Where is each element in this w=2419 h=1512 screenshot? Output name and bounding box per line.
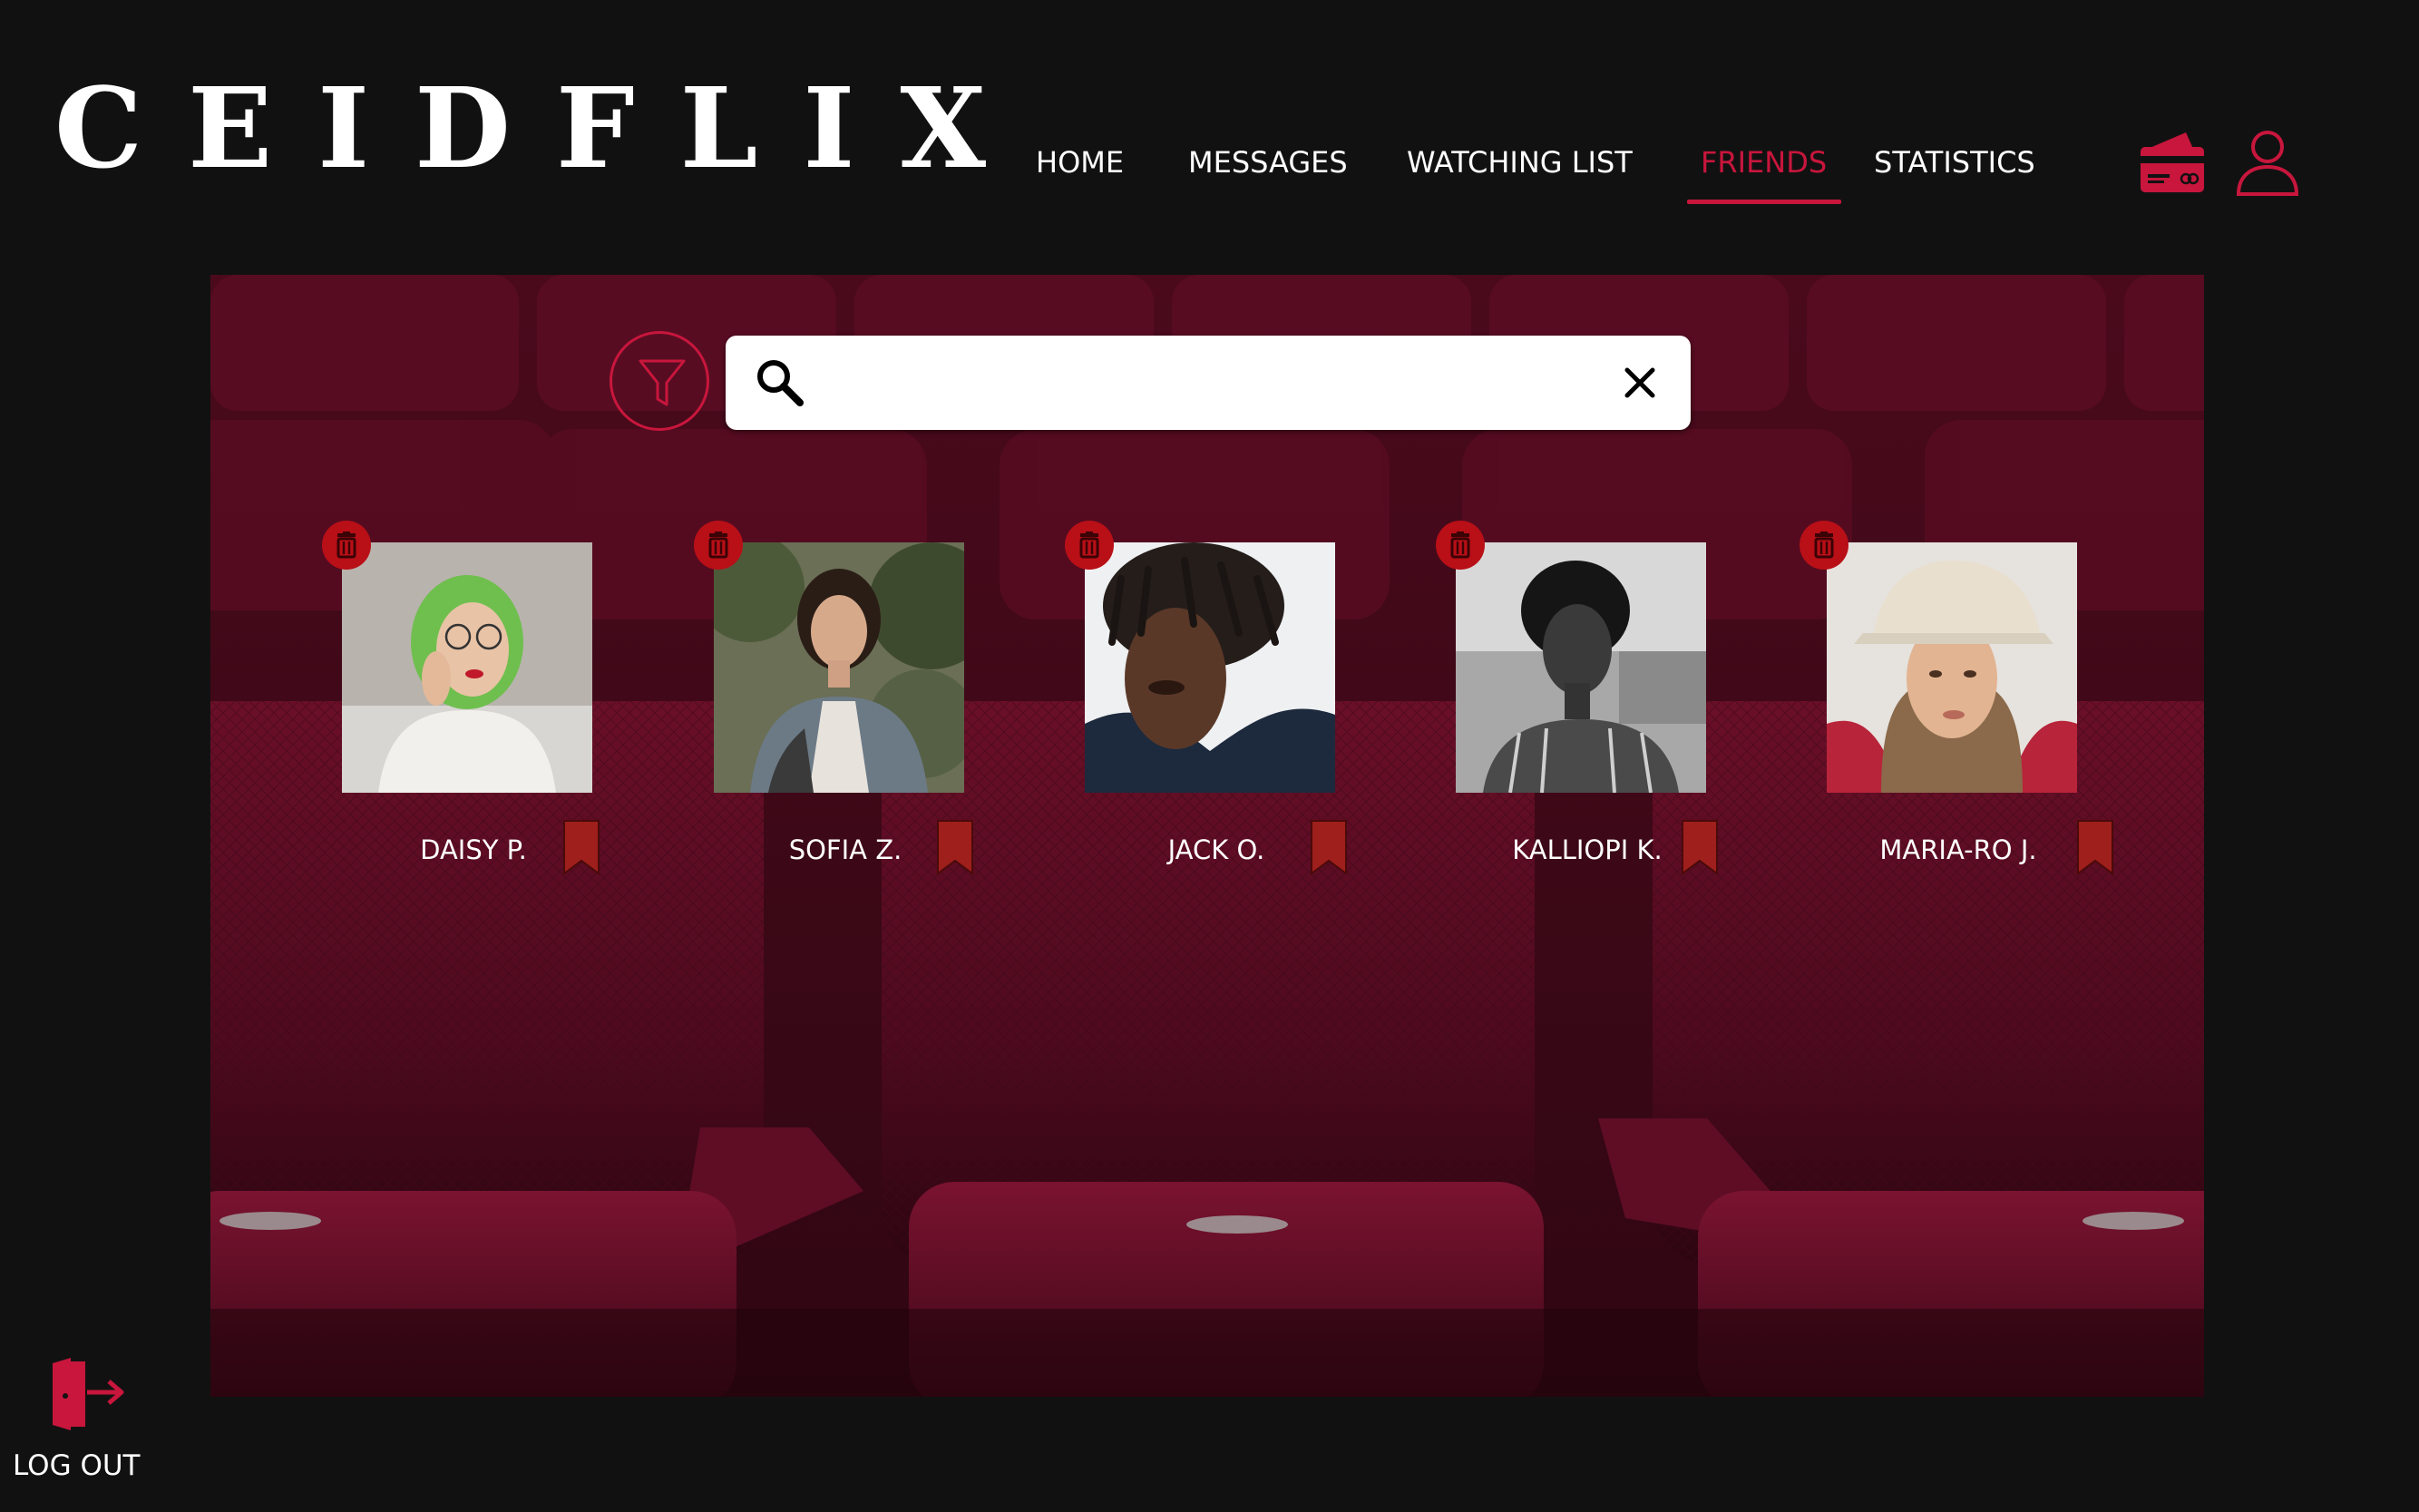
friend-avatar-image: [1456, 542, 1706, 793]
nav-item-watching-list[interactable]: WATCHING LIST: [1407, 145, 1633, 180]
filter-icon: [639, 359, 686, 406]
friend-photo[interactable]: [1827, 542, 2077, 793]
friend-photo[interactable]: [1085, 542, 1335, 793]
trash-icon: [708, 532, 728, 559]
bookmark-icon[interactable]: [936, 819, 974, 875]
active-tab-indicator: [1687, 200, 1841, 204]
trash-icon: [1079, 532, 1099, 559]
delete-friend-button[interactable]: [694, 521, 743, 570]
friend-card: SOFIA Z.: [694, 521, 1022, 905]
search-bar: [726, 336, 1691, 430]
user-profile-icon[interactable]: [2235, 129, 2300, 200]
friend-photo[interactable]: [714, 542, 964, 793]
friend-card: JACK O.: [1065, 521, 1393, 905]
delete-friend-button[interactable]: [1065, 521, 1114, 570]
friend-photo[interactable]: [1456, 542, 1706, 793]
search-icon[interactable]: [753, 356, 807, 410]
main-nav: HOME MESSAGES WATCHING LIST FRIENDS STAT…: [0, 145, 2177, 200]
friend-card: DAISY P.: [322, 521, 650, 905]
delete-friend-button[interactable]: [1436, 521, 1485, 570]
friend-avatar-image: [714, 542, 964, 793]
logout-door-icon[interactable]: [47, 1356, 125, 1432]
delete-friend-button[interactable]: [1800, 521, 1848, 570]
logout-button[interactable]: LOG OUT: [13, 1449, 140, 1482]
delete-friend-button[interactable]: [322, 521, 371, 570]
nav-item-friends[interactable]: FRIENDS: [1701, 145, 1827, 180]
nav-item-messages[interactable]: MESSAGES: [1188, 145, 1348, 180]
nav-item-statistics[interactable]: STATISTICS: [1874, 145, 2035, 180]
friend-card: KALLIOPI K.: [1436, 521, 1764, 905]
close-icon[interactable]: [1624, 366, 1656, 399]
friend-avatar-image: [342, 542, 592, 793]
friend-avatar-image: [1085, 542, 1335, 793]
trash-icon: [1450, 532, 1470, 559]
friend-photo[interactable]: [342, 542, 592, 793]
friends-page: CEIDFLIX HOME MESSAGES WATCHING LIST FRI…: [0, 0, 2419, 1512]
friend-card: MARIA-RO J.: [1800, 521, 2135, 905]
trash-icon: [1814, 532, 1834, 559]
friend-avatar-image: [1827, 542, 2077, 793]
cinema-seats-background: DAISY P. SOFIA Z. JACK O. KALLIOPI K. MA…: [210, 275, 2204, 1397]
bookmark-icon[interactable]: [1310, 819, 1348, 875]
nav-item-home[interactable]: HOME: [1036, 145, 1124, 180]
credit-card-icon[interactable]: [2139, 129, 2206, 199]
trash-icon: [337, 532, 356, 559]
filter-button[interactable]: [610, 331, 709, 431]
search-input[interactable]: [825, 352, 1591, 415]
bookmark-icon[interactable]: [562, 819, 600, 875]
friend-name: MARIA-RO J.: [1879, 834, 2037, 865]
bookmark-icon[interactable]: [2076, 819, 2114, 875]
bookmark-icon[interactable]: [1681, 819, 1719, 875]
